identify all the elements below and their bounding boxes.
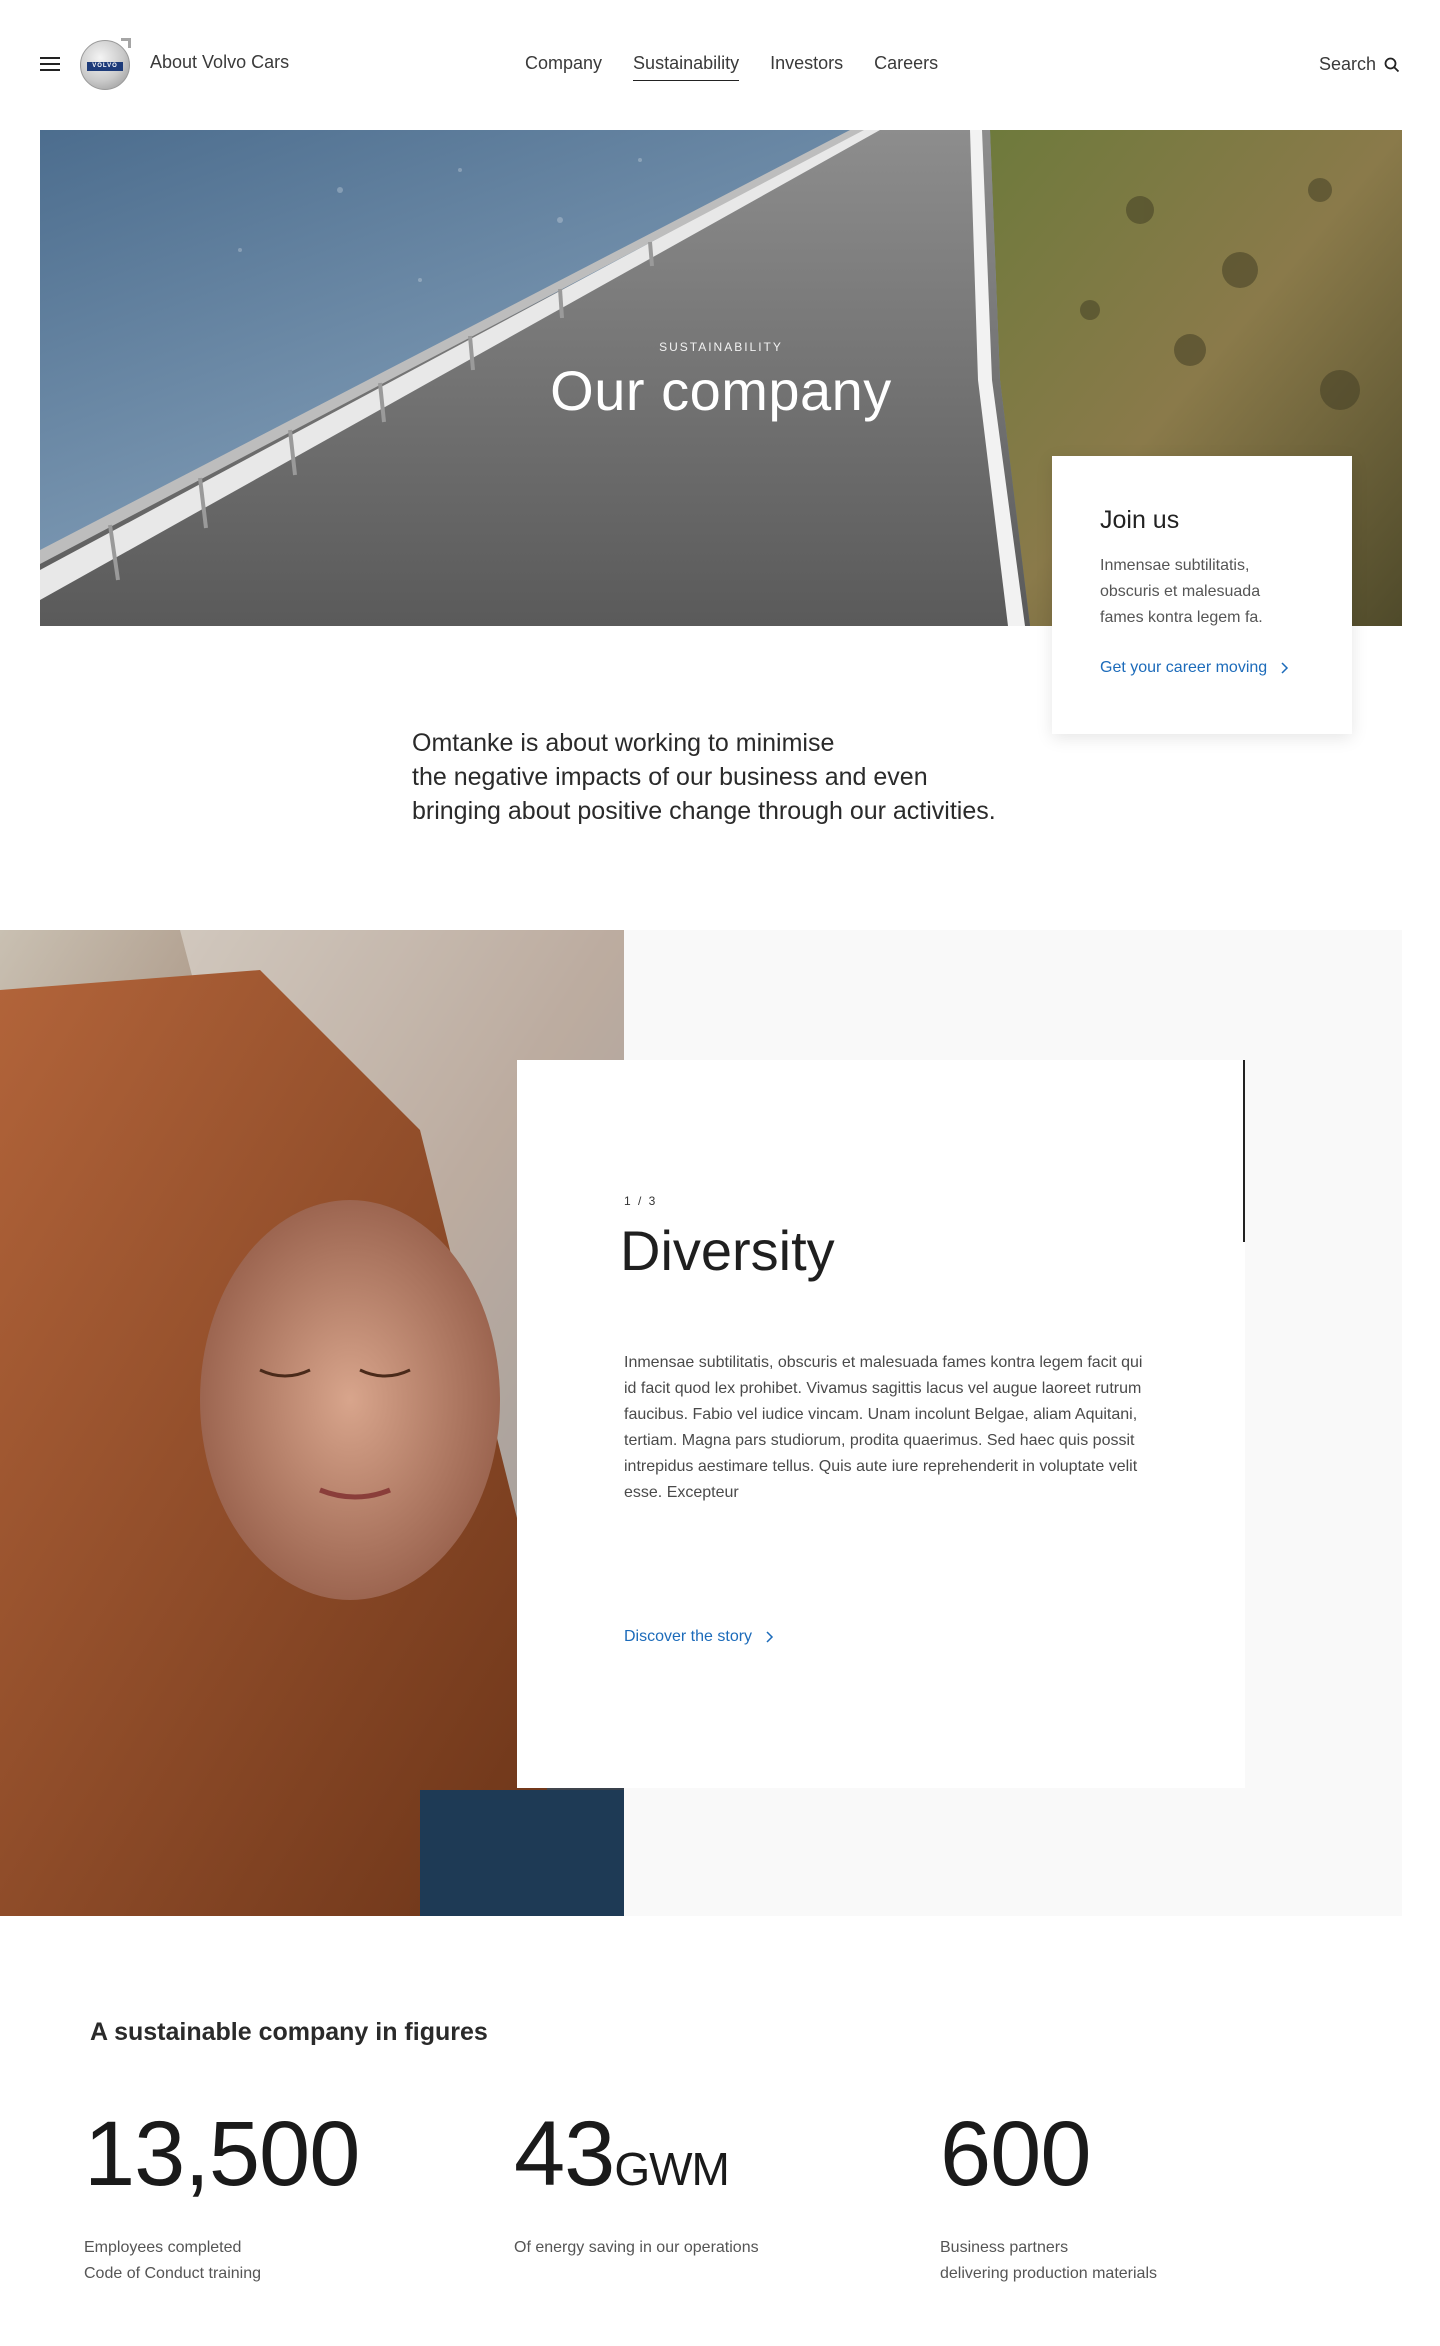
- career-link-label: Get your career moving: [1100, 659, 1268, 676]
- career-link[interactable]: Get your career moving: [1100, 659, 1304, 677]
- join-us-card: Join us Inmensae subtilitatis, obscuris …: [1052, 456, 1352, 734]
- intro-line: Omtanke is about working to minimise: [412, 729, 835, 757]
- figures-title: A sustainable company in figures: [90, 2018, 488, 2046]
- main-nav: Company Sustainability Investors Careers: [525, 53, 938, 81]
- figure-value: 13,500: [84, 2103, 360, 2205]
- site-header: VOLVO About Volvo Cars Company Sustainab…: [0, 0, 1440, 130]
- feature-title: Diversity: [620, 1219, 835, 1282]
- search-label: Search: [1318, 54, 1376, 74]
- figure-caption: Of energy saving in our operations: [514, 2239, 759, 2256]
- feature-progress-line: [1243, 1060, 1245, 1242]
- search-icon: [1384, 57, 1400, 72]
- nav-item-investors[interactable]: Investors: [770, 53, 843, 81]
- join-us-text: Inmensae subtilitatis, obscuris et males…: [1100, 557, 1263, 626]
- chevron-right-icon: [766, 1631, 774, 1643]
- intro-statement: Omtanke is about working to minimise the…: [412, 726, 1032, 828]
- chevron-right-icon: [1281, 662, 1289, 674]
- hero-eyebrow: SUSTAINABILITY: [659, 340, 783, 354]
- intro-line: the negative impacts of our business and…: [412, 763, 928, 791]
- figure-value: 600: [940, 2103, 1091, 2205]
- slide-counter: 1 / 3: [624, 1194, 658, 1208]
- figure-energy: 43GWM Of energy saving in our operations: [514, 2104, 759, 2261]
- figure-caption: Business partners delivering production …: [940, 2239, 1157, 2282]
- figure-caption: Employees completed Code of Conduct trai…: [84, 2239, 261, 2282]
- hero-title: Our company: [550, 359, 892, 422]
- figure-value: 43GWM: [514, 2103, 730, 2205]
- feature-text: Inmensae subtilitatis, obscuris et males…: [624, 1354, 1143, 1501]
- nav-item-careers[interactable]: Careers: [874, 53, 938, 81]
- figure-partners: 600 Business partners delivering product…: [940, 2104, 1157, 2287]
- hamburger-menu-icon[interactable]: [40, 57, 60, 71]
- figure-employees: 13,500 Employees completed Code of Condu…: [84, 2103, 360, 2287]
- join-us-title: Join us: [1100, 506, 1180, 534]
- intro-line: bringing about positive change through o…: [412, 797, 996, 825]
- search-button[interactable]: Search: [1319, 54, 1400, 75]
- discover-story-link[interactable]: Discover the story: [624, 1628, 774, 1646]
- nav-item-sustainability[interactable]: Sustainability: [633, 53, 740, 81]
- nav-item-company[interactable]: Company: [525, 53, 602, 81]
- site-title[interactable]: About Volvo Cars: [150, 52, 289, 73]
- discover-story-label: Discover the story: [624, 1628, 753, 1645]
- volvo-logo[interactable]: VOLVO: [80, 38, 131, 90]
